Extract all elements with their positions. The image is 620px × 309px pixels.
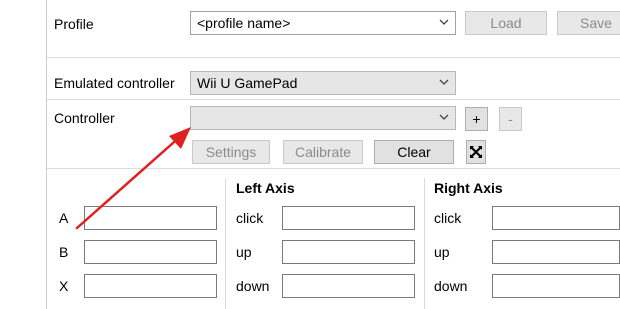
add-controller-button[interactable]: + [465, 107, 488, 131]
chevron-down-icon [439, 114, 449, 120]
left-axis-click-label: click [236, 210, 264, 226]
auto-detect-button[interactable] [466, 140, 486, 164]
right-axis-up-label: up [434, 244, 450, 260]
right-axis-down-input[interactable] [492, 274, 620, 298]
chevron-down-icon [439, 19, 449, 25]
left-axis-up-input[interactable] [282, 240, 415, 264]
left-axis-click-input[interactable] [282, 206, 415, 230]
remove-controller-button[interactable]: - [499, 107, 522, 131]
separator-profile [47, 57, 620, 58]
column-divider-1 [225, 178, 226, 309]
profile-combobox-value: <profile name> [197, 15, 291, 31]
right-axis-title: Right Axis [434, 180, 503, 196]
emulated-controller-combobox[interactable]: Wii U GamePad [190, 71, 456, 95]
emulated-controller-value: Wii U GamePad [197, 75, 298, 91]
right-axis-up-input[interactable] [492, 240, 620, 264]
separator-emulated [47, 99, 620, 100]
left-axis-down-label: down [236, 278, 270, 294]
button-b-input[interactable] [84, 240, 217, 264]
button-x-label: X [59, 278, 69, 294]
profile-combobox[interactable]: <profile name> [190, 11, 456, 35]
controller-label: Controller [54, 110, 115, 126]
left-axis-title: Left Axis [236, 180, 295, 196]
clear-button[interactable]: Clear [374, 140, 454, 164]
arrows-cross-icon [470, 146, 482, 158]
emulated-controller-label: Emulated controller [54, 75, 175, 91]
button-b-label: B [59, 244, 69, 260]
load-button[interactable]: Load [465, 11, 547, 35]
right-axis-click-label: click [434, 210, 462, 226]
button-x-input[interactable] [84, 274, 217, 298]
right-axis-click-input[interactable] [492, 206, 620, 230]
column-divider-2 [424, 178, 425, 309]
button-a-label: A [59, 210, 69, 226]
left-border [46, 0, 47, 309]
separator-controller [47, 168, 620, 169]
right-axis-down-label: down [434, 278, 468, 294]
left-axis-down-input[interactable] [282, 274, 415, 298]
controller-combobox[interactable] [190, 106, 456, 130]
profile-label: Profile [54, 16, 94, 32]
calibrate-button[interactable]: Calibrate [283, 140, 363, 164]
button-a-input[interactable] [84, 206, 217, 230]
left-axis-up-label: up [236, 244, 252, 260]
settings-button[interactable]: Settings [192, 140, 270, 164]
save-button[interactable]: Save [557, 11, 620, 35]
chevron-down-icon [439, 79, 449, 85]
